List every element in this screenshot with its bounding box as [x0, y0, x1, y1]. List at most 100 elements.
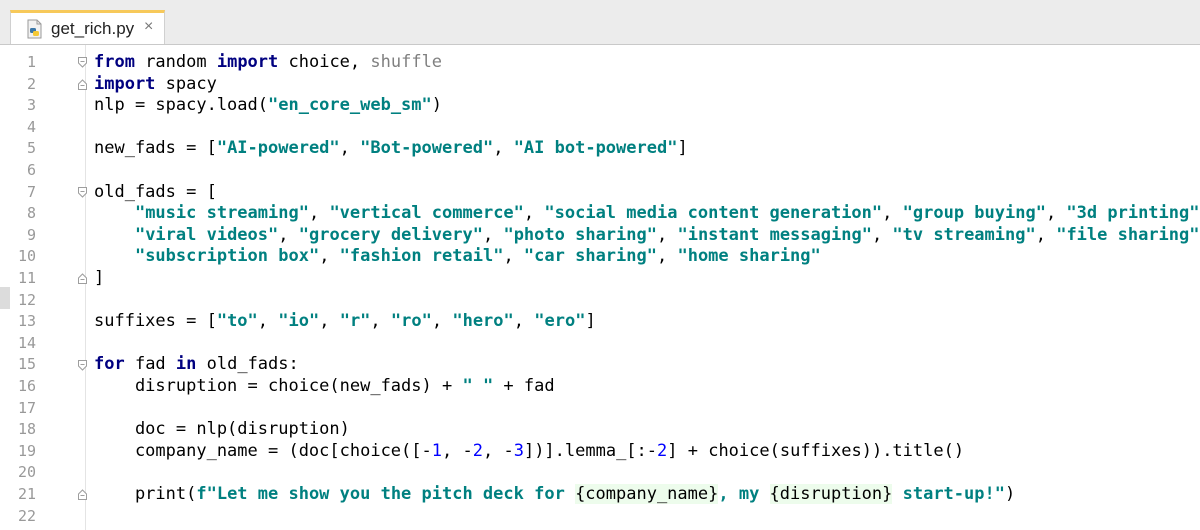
- code-token: "viral videos": [134, 224, 279, 245]
- line-number: 2: [26, 74, 36, 93]
- code-token: 2: [657, 440, 668, 461]
- file-tab[interactable]: get_rich.py ×: [10, 10, 165, 44]
- code-token: ,: [503, 246, 524, 267]
- code-token: , -: [442, 440, 473, 461]
- code-line[interactable]: "music streaming", "vertical commerce", …: [94, 203, 1200, 225]
- code-token: "fashion retail": [339, 246, 504, 267]
- code-token: new_fads = [: [94, 138, 217, 159]
- code-token: nlp = spacy.load(: [94, 95, 268, 116]
- code-token: import: [216, 52, 279, 72]
- code-token: ,: [257, 311, 279, 332]
- code-line[interactable]: from random import choice, shuffle: [94, 52, 442, 74]
- code-token: "vertical commerce": [329, 203, 524, 224]
- line-number: 20: [17, 463, 36, 482]
- code-editor[interactable]: 1 2 3 4 5 6 7 8 9 10 11 12 13 14 15 16 17 18 19 20 21 22 from…: [0, 45, 1200, 530]
- code-token: f"Let me show you the pitch deck for: [196, 484, 576, 504]
- fold-open-icon[interactable]: [78, 187, 87, 198]
- line-number: 6: [26, 161, 36, 179]
- code-token: "r": [339, 311, 371, 332]
- code-token: random: [134, 52, 217, 72]
- code-line[interactable]: old_fads = [: [94, 182, 217, 204]
- code-token: ,: [339, 138, 361, 159]
- fold-close-icon[interactable]: [78, 79, 87, 90]
- code-token: in: [175, 354, 197, 375]
- code-token: ]: [677, 138, 688, 159]
- code-line[interactable]: new_fads = ["AI-powered", "Bot-powered",…: [94, 138, 688, 160]
- code-token: ,: [523, 203, 545, 224]
- code-token: "Bot-powered": [360, 138, 494, 159]
- code-token: ,: [308, 203, 330, 224]
- code-token: 2: [472, 440, 483, 461]
- code-token: ]: [585, 311, 596, 332]
- code-token: import: [94, 73, 156, 94]
- line-number: 10: [17, 247, 36, 266]
- code-token: ,: [482, 224, 504, 245]
- code-token: + fad: [493, 376, 555, 396]
- code-token: old_fads:: [196, 354, 299, 375]
- code-token: "ero": [534, 311, 586, 332]
- line-number: 5: [26, 139, 36, 158]
- line-number: 11: [17, 269, 36, 287]
- editor-tab-bar: get_rich.py ×: [0, 0, 1200, 45]
- code-token: "home sharing": [677, 246, 821, 267]
- line-number: 7: [26, 182, 36, 201]
- code-token: "AI-powered": [216, 138, 340, 159]
- code-token: ): [431, 95, 443, 116]
- code-token: "social media content generation": [544, 203, 883, 224]
- code-token: doc = nlp(disruption): [94, 419, 350, 440]
- code-token: start-up!": [892, 484, 1005, 504]
- code-token: , my: [718, 484, 770, 504]
- code-line[interactable]: nlp = spacy.load("en_core_web_sm"): [94, 95, 442, 117]
- code-token: "file sharing": [1056, 224, 1200, 245]
- line-number: 9: [26, 225, 36, 244]
- code-token: {company_name}: [575, 484, 719, 504]
- code-token: "group buying": [902, 203, 1046, 224]
- code-token: "music streaming": [134, 203, 309, 224]
- code-token: shuffle: [370, 52, 443, 72]
- code-line[interactable]: for fad in old_fads:: [94, 354, 299, 376]
- code-token: " ": [462, 376, 494, 396]
- code-token: fad: [124, 354, 176, 375]
- code-token: "io": [278, 311, 320, 332]
- code-line[interactable]: print(f"Let me show you the pitch deck f…: [94, 484, 1015, 506]
- code-token: "ro": [390, 311, 432, 332]
- fold-close-icon[interactable]: [78, 273, 87, 284]
- code-token: spacy: [155, 73, 217, 94]
- code-token: ,: [871, 224, 893, 245]
- code-line[interactable]: suffixes = ["to", "io", "r", "ro", "hero…: [94, 311, 596, 333]
- code-line[interactable]: doc = nlp(disruption): [94, 419, 350, 441]
- line-number: 17: [17, 398, 36, 417]
- code-token: ,: [513, 311, 535, 332]
- code-token: ,: [493, 138, 514, 159]
- code-token: ])].lemma_[:-: [523, 440, 658, 461]
- fold-close-icon[interactable]: [78, 489, 87, 500]
- code-token: ,: [370, 311, 391, 332]
- code-line[interactable]: company_name = (doc[choice([-1, -2, -3])…: [94, 441, 964, 463]
- code-line[interactable]: "viral videos", "grocery delivery", "pho…: [94, 225, 1200, 247]
- code-token: "tv streaming": [892, 224, 1036, 245]
- code-token: print(: [94, 484, 197, 504]
- code-line[interactable]: "subscription box", "fashion retail", "c…: [94, 246, 821, 268]
- code-token: ,: [882, 203, 903, 224]
- code-token: choice,: [278, 52, 371, 72]
- line-number: 22: [17, 506, 36, 525]
- fold-open-icon[interactable]: [78, 57, 87, 68]
- code-token: ,: [319, 311, 340, 332]
- code-token: ,: [319, 246, 340, 267]
- line-number: 4: [26, 117, 36, 136]
- close-tab-icon[interactable]: ×: [144, 18, 153, 36]
- line-number: 8: [26, 204, 36, 223]
- code-token: {disruption}: [769, 484, 893, 504]
- code-token: for: [94, 354, 125, 375]
- code-token: ,: [656, 246, 678, 267]
- code-line[interactable]: ]: [94, 268, 104, 290]
- code-token: "photo sharing": [503, 224, 657, 245]
- code-token: ,: [431, 311, 453, 332]
- code-token: "car sharing": [523, 246, 657, 267]
- code-line[interactable]: import spacy: [94, 74, 217, 96]
- code-token: ): [1004, 484, 1016, 504]
- fold-open-icon[interactable]: [78, 360, 87, 371]
- code-line[interactable]: disruption = choice(new_fads) + " " + fa…: [94, 376, 555, 398]
